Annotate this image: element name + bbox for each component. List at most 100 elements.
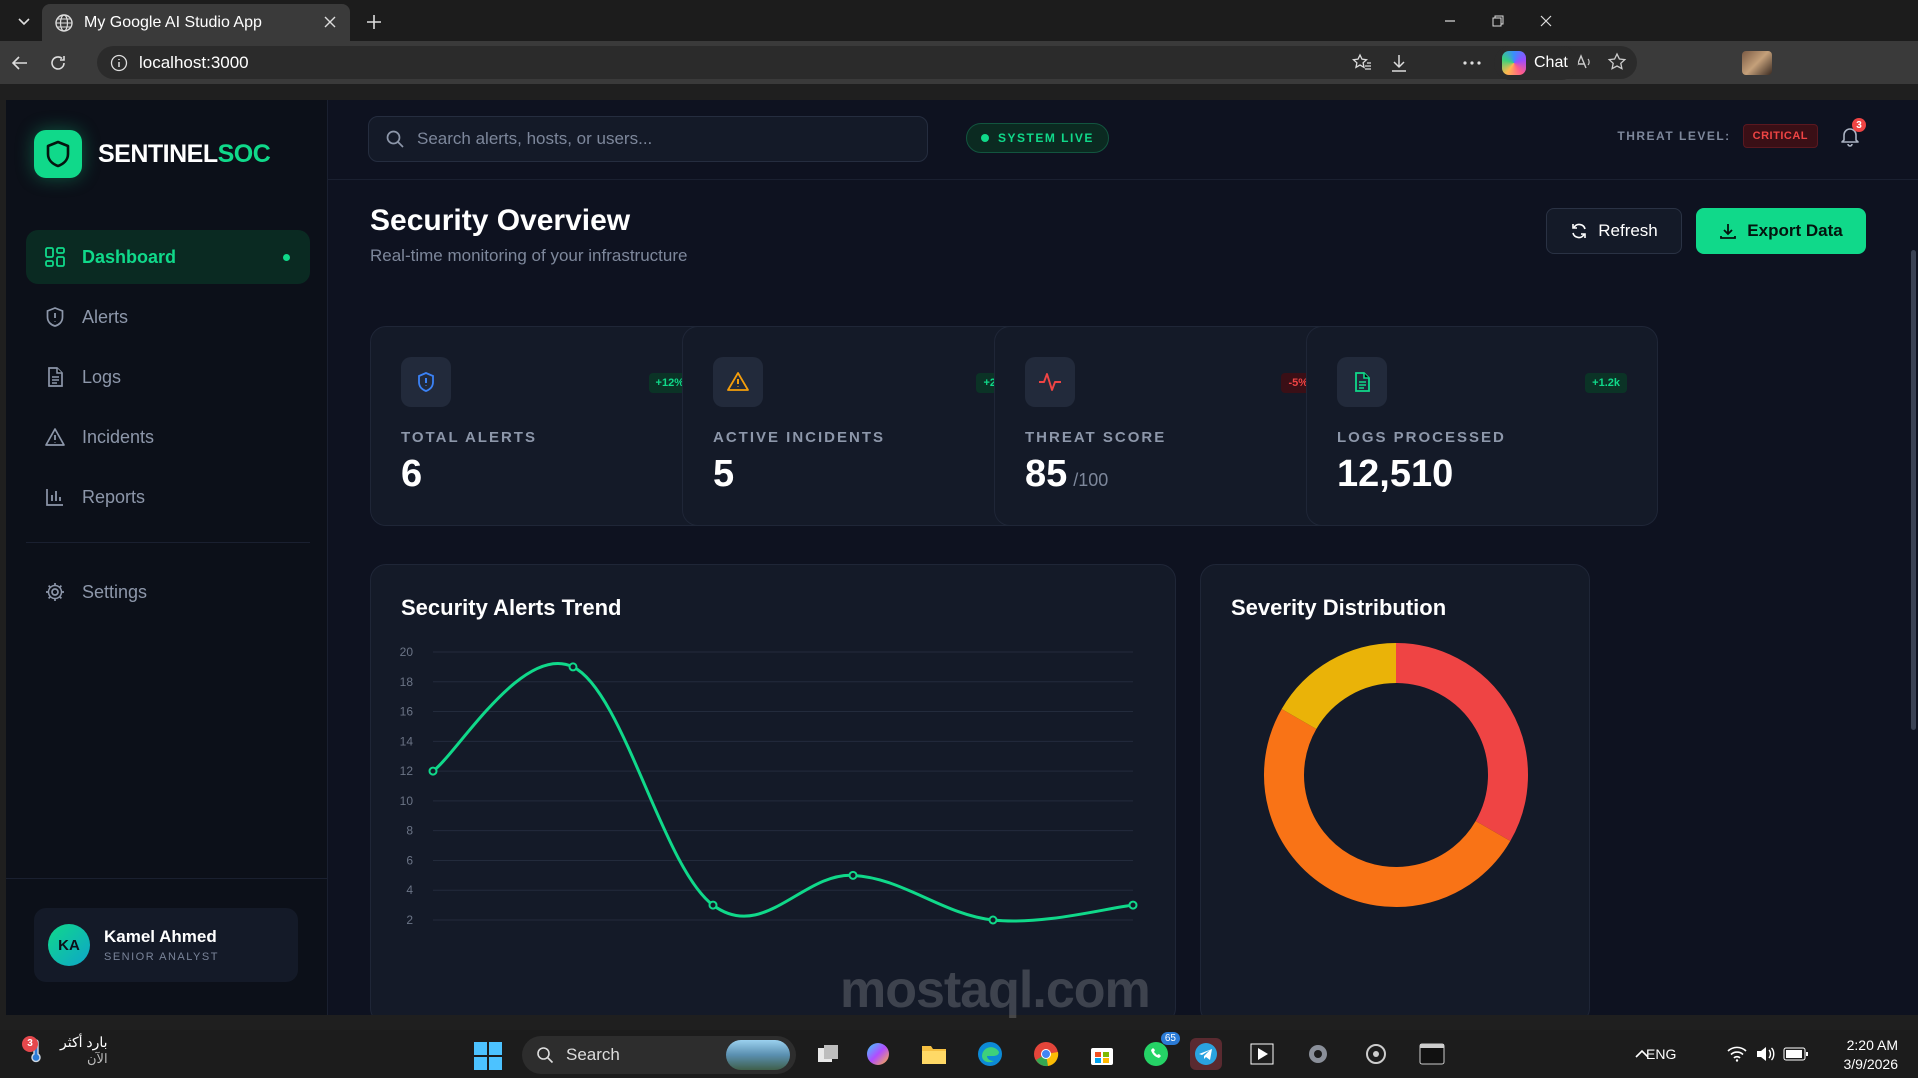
sidebar-item-label: Incidents — [82, 426, 155, 447]
data-point[interactable] — [708, 900, 718, 910]
donut-slice-critical[interactable] — [1395, 643, 1528, 841]
telegram-icon[interactable] — [1190, 1038, 1222, 1070]
refresh-label: Refresh — [1598, 221, 1658, 240]
y-tick-label: 18 — [400, 675, 414, 689]
refresh-button[interactable]: Refresh — [1546, 208, 1682, 254]
severity-donut-chart[interactable] — [1201, 565, 1590, 1015]
donut-slice-high[interactable] — [1264, 709, 1511, 907]
file-icon — [48, 367, 63, 387]
search-input[interactable] — [417, 129, 897, 149]
restore-button[interactable] — [1480, 8, 1516, 34]
new-tab-button[interactable] — [360, 8, 388, 36]
scrollbar-thumb[interactable] — [1911, 250, 1916, 730]
close-window-button[interactable] — [1528, 8, 1564, 34]
copilot-chat-button[interactable]: Chat — [1494, 46, 1578, 80]
weather-subtext: الآن — [86, 1051, 108, 1066]
stat-label: TOTAL ALERTS — [401, 429, 537, 446]
stat-card-active-incidents[interactable]: +2 ACTIVE INCIDENTS 5 — [682, 326, 1034, 526]
taskbar-search[interactable]: Search — [522, 1036, 796, 1074]
sidebar-item-label: Reports — [82, 486, 146, 507]
data-point[interactable] — [988, 915, 998, 925]
stat-value: 12,510 — [1337, 453, 1454, 495]
plus-icon — [367, 15, 381, 29]
browser-tab[interactable]: My Google AI Studio App — [42, 4, 350, 41]
tab-list-button[interactable] — [6, 3, 42, 39]
donut-slice-medium[interactable] — [1281, 643, 1397, 730]
sidebar-item-label: Dashboard — [82, 246, 177, 267]
info-icon[interactable] — [109, 53, 129, 73]
settings-app-icon[interactable] — [1302, 1038, 1334, 1070]
sidebar: SENTINELSOC Dashboard Alerts Logs Incide… — [6, 100, 328, 1015]
brand[interactable]: SENTINELSOC — [34, 130, 271, 178]
data-point[interactable] — [848, 870, 858, 880]
ms-store-icon[interactable] — [1086, 1038, 1118, 1070]
back-button[interactable] — [6, 49, 34, 77]
wifi-icon[interactable] — [1726, 1038, 1748, 1070]
series-line[interactable] — [432, 662, 1134, 923]
shield-alert-icon — [401, 357, 451, 407]
favorite-star-icon[interactable] — [1607, 52, 1627, 72]
windows-taskbar: 3 بارد أكثر الآن Search 65 ENG 2:20 AM 3… — [0, 1030, 1918, 1078]
stat-card-threat-score[interactable]: -5% THREAT SCORE 85/100 — [994, 326, 1346, 526]
sidebar-item-alerts[interactable]: Alerts — [26, 290, 310, 344]
notifications-button[interactable]: 3 — [1834, 118, 1866, 152]
grid-icon — [45, 247, 65, 267]
download-icon — [1720, 224, 1737, 239]
warning-icon — [713, 357, 763, 407]
profile-avatar[interactable] — [1742, 51, 1772, 75]
sidebar-item-logs[interactable]: Logs — [26, 350, 310, 404]
stat-value: 5 — [713, 453, 735, 495]
y-tick-label: 16 — [400, 705, 414, 719]
weather-text: بارد أكثر — [60, 1034, 108, 1050]
sidebar-item-label: Settings — [82, 581, 148, 602]
openai-app-icon[interactable] — [1360, 1038, 1392, 1070]
search-icon — [537, 1047, 554, 1064]
page-subtitle: Real-time monitoring of your infrastruct… — [370, 246, 688, 265]
y-tick-label: 6 — [406, 853, 413, 867]
battery-icon[interactable] — [1782, 1038, 1810, 1070]
weather-badge: 3 — [22, 1035, 38, 1052]
export-data-button[interactable]: Export Data — [1696, 208, 1866, 254]
shield-icon — [46, 307, 64, 327]
reload-icon — [51, 56, 65, 70]
activity-icon — [1025, 357, 1075, 407]
stat-card-logs-processed[interactable]: +1.2k LOGS PROCESSED 12,510 — [1306, 326, 1658, 526]
close-tab-icon[interactable] — [320, 12, 340, 32]
sidebar-item-incidents[interactable]: Incidents — [26, 410, 310, 464]
page-scrollbar[interactable] — [1908, 180, 1918, 1015]
data-point[interactable] — [428, 766, 438, 776]
stat-value: 85/100 — [1025, 453, 1109, 495]
download-icon[interactable] — [1385, 49, 1413, 77]
volume-icon[interactable] — [1754, 1038, 1776, 1070]
data-point[interactable] — [568, 662, 578, 672]
weather-widget[interactable]: 3 بارد أكثر الآن — [22, 1034, 108, 1067]
user-name: Kamel Ahmed — [104, 927, 217, 946]
user-profile-card[interactable]: KA Kamel Ahmed SENIOR ANALYST — [34, 908, 298, 982]
reload-button[interactable] — [44, 49, 72, 77]
search-box[interactable] — [368, 116, 928, 162]
windows-start-icon[interactable] — [474, 1042, 502, 1070]
language-indicator[interactable]: ENG — [1646, 1046, 1676, 1062]
data-point[interactable] — [1128, 900, 1138, 910]
taskbar-search-label: Search — [566, 1045, 620, 1064]
m365-icon[interactable] — [862, 1038, 894, 1070]
more-options-icon[interactable] — [1458, 49, 1486, 77]
stat-card-total-alerts[interactable]: +12% TOTAL ALERTS 6 — [370, 326, 722, 526]
brand-name: SENTINELSOC — [98, 139, 271, 168]
media-player-icon[interactable] — [1246, 1038, 1278, 1070]
alerts-trend-chart[interactable]: 20 18 16 14 12 10 8 6 4 2 — [371, 565, 1176, 1015]
sidebar-item-reports[interactable]: Reports — [26, 470, 310, 524]
minimize-button[interactable] — [1432, 8, 1468, 34]
chrome-icon[interactable] — [1030, 1038, 1062, 1070]
edge-icon[interactable] — [974, 1038, 1006, 1070]
task-view-icon[interactable] — [812, 1038, 844, 1070]
sidebar-item-dashboard[interactable]: Dashboard — [26, 230, 310, 284]
sidebar-item-settings[interactable]: Settings — [26, 565, 310, 619]
alerts-trend-panel: Security Alerts Trend 20 18 16 14 12 10 8 6 4 2 — [370, 564, 1176, 1015]
favorites-icon[interactable] — [1348, 49, 1376, 77]
app-viewport: SENTINELSOC Dashboard Alerts Logs Incide… — [6, 100, 1918, 1015]
whatsapp-icon[interactable]: 65 — [1140, 1032, 1180, 1070]
taskbar-clock[interactable]: 2:20 AM 3/9/2026 — [1844, 1036, 1899, 1074]
file-explorer-icon[interactable] — [918, 1038, 950, 1070]
terminal-icon[interactable] — [1416, 1038, 1448, 1070]
